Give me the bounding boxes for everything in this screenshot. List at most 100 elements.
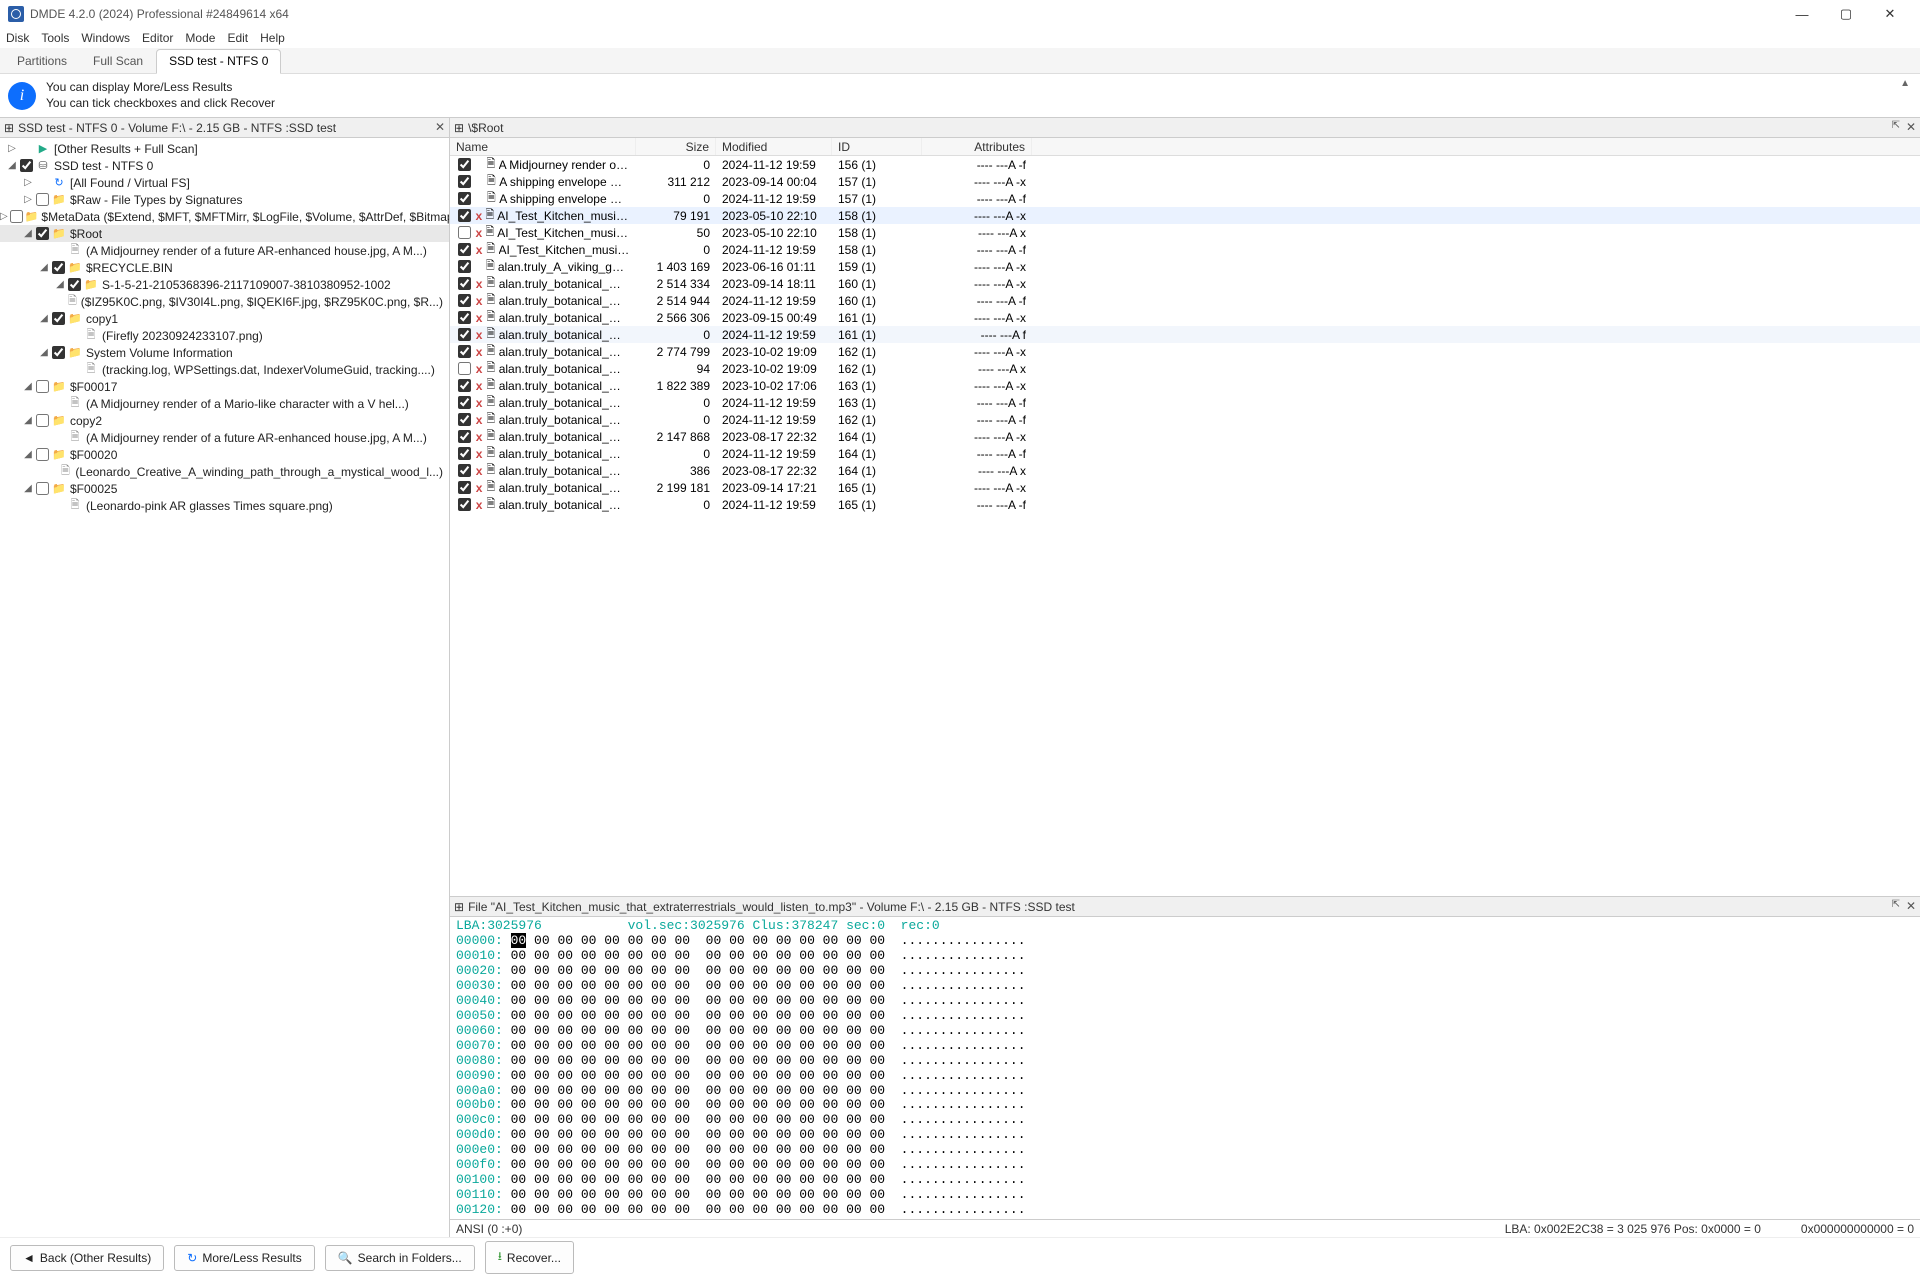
file-checkbox[interactable] [458,311,471,324]
pin-icon[interactable]: ⇱ [1892,120,1900,131]
tree-row[interactable]: 🗎(Leonardo-pink AR glasses Times square.… [0,497,449,514]
tree-row[interactable]: 📁$Root [0,225,449,242]
tree-checkbox[interactable] [36,380,49,393]
file-checkbox[interactable] [458,158,471,171]
tree-checkbox[interactable] [52,346,65,359]
tree-row[interactable]: 📁$F00025 [0,480,449,497]
file-checkbox[interactable] [458,175,471,188]
file-checkbox[interactable] [458,328,471,341]
file-row[interactable]: x🗎alan.truly_botanical_mushro...942023-1… [450,360,1920,377]
file-checkbox[interactable] [458,243,471,256]
expand-icon[interactable] [6,143,18,154]
file-checkbox[interactable] [458,413,471,426]
tree-row[interactable]: 📁copy2 [0,412,449,429]
collapse-icon[interactable] [38,313,50,324]
file-row[interactable]: x🗎alan.truly_botanical_mushro...02024-11… [450,411,1920,428]
expand-icon[interactable] [0,211,8,222]
tree-row[interactable]: 📁$Raw - File Types by Signatures [0,191,449,208]
tree-checkbox[interactable] [36,414,49,427]
close-button[interactable]: ✕ [1868,0,1912,28]
menu-editor[interactable]: Editor [142,31,173,45]
menu-disk[interactable]: Disk [6,31,29,45]
col-modified[interactable]: Modified [716,138,832,155]
col-id[interactable]: ID [832,138,922,155]
file-checkbox[interactable] [458,481,471,494]
tree-body[interactable]: ▶[Other Results + Full Scan]⛁SSD test - … [0,138,449,1237]
file-row[interactable]: x🗎alan.truly_botanical_mushro...2 514 33… [450,275,1920,292]
maximize-button[interactable]: ▢ [1824,0,1868,28]
tree-checkbox[interactable] [20,159,33,172]
col-name[interactable]: Name [450,138,636,155]
tab-1[interactable]: Full Scan [80,49,156,73]
collapse-icon[interactable] [38,262,50,273]
file-row[interactable]: x🗎alan.truly_botanical_mushro...2 514 94… [450,292,1920,309]
file-close-icon[interactable]: ✕ [1906,120,1916,134]
file-row[interactable]: x🗎AI_Test_Kitchen_music_that...02024-11-… [450,241,1920,258]
tree-close-icon[interactable]: ✕ [435,120,445,134]
search-folders-button[interactable]: 🔍Search in Folders... [325,1245,475,1271]
expand-icon[interactable] [22,177,34,188]
tree-checkbox[interactable] [52,261,65,274]
tree-checkbox[interactable] [36,482,49,495]
file-row[interactable]: x🗎alan.truly_botanical_mushro...2 566 30… [450,309,1920,326]
tree-row[interactable]: 🗎($IZ95K0C.png, $IV30I4L.png, $IQEKI6F.j… [0,293,449,310]
file-checkbox[interactable] [458,260,471,273]
file-row[interactable]: x🗎alan.truly_botanical_mushro...2 774 79… [450,343,1920,360]
file-row[interactable]: x🗎alan.truly_botanical_mushro...1 822 38… [450,377,1920,394]
collapse-icon[interactable] [38,347,50,358]
collapse-icon[interactable] [22,483,34,494]
minimize-button[interactable]: ― [1780,0,1824,28]
file-checkbox[interactable] [458,294,471,307]
collapse-icon[interactable] [22,228,34,239]
tree-checkbox[interactable] [36,227,49,240]
tree-row[interactable]: 📁S-1-5-21-2105368396-2117109007-38103809… [0,276,449,293]
file-checkbox[interactable] [458,498,471,511]
file-row[interactable]: x🗎alan.truly_botanical_mushro...2 147 86… [450,428,1920,445]
file-row[interactable]: x🗎AI_Test_Kitchen_music_that_e...502023-… [450,224,1920,241]
file-row[interactable]: x🗎AI_Test_Kitchen_music_that_e...79 1912… [450,207,1920,224]
tree-row[interactable]: ▶[Other Results + Full Scan] [0,140,449,157]
tree-row[interactable]: 📁$F00017 [0,378,449,395]
file-list-body[interactable]: 🗎A Midjourney render of a Ma...02024-11-… [450,156,1920,896]
tree-row[interactable]: 🗎(A Midjourney render of a Mario-like ch… [0,395,449,412]
tree-row[interactable]: 📁$RECYCLE.BIN [0,259,449,276]
tree-checkbox[interactable] [10,210,23,223]
collapse-icon[interactable] [22,449,34,460]
collapse-info-icon[interactable]: ▲ [1900,78,1910,89]
hex-body[interactable]: LBA:3025976 vol.sec:3025976 Clus:378247 … [450,917,1920,1219]
file-checkbox[interactable] [458,362,471,375]
tree-row[interactable]: 🗎(Leonardo_Creative_A_winding_path_throu… [0,463,449,480]
file-row[interactable]: 🗎A shipping envelope with th...311 21220… [450,173,1920,190]
col-attr[interactable]: Attributes [922,138,1032,155]
file-column-headers[interactable]: Name Size Modified ID Attributes [450,138,1920,156]
file-row[interactable]: x🗎alan.truly_botanical_mushro...02024-11… [450,326,1920,343]
menu-edit[interactable]: Edit [227,31,248,45]
file-row[interactable]: x🗎alan.truly_botanical_mushro...02024-11… [450,394,1920,411]
tree-checkbox[interactable] [36,448,49,461]
tree-row[interactable]: 🗎(tracking.log, WPSettings.dat, IndexerV… [0,361,449,378]
file-checkbox[interactable] [458,379,471,392]
tree-row[interactable]: ⛁SSD test - NTFS 0 [0,157,449,174]
tree-row[interactable]: 🗎(Firefly 20230924233107.png) [0,327,449,344]
tree-row[interactable]: 🗎(A Midjourney render of a future AR-enh… [0,429,449,446]
hex-close-icon[interactable]: ✕ [1906,899,1916,913]
file-row[interactable]: x🗎alan.truly_botanical_mushro...3862023-… [450,462,1920,479]
file-checkbox[interactable] [458,396,471,409]
menu-windows[interactable]: Windows [81,31,130,45]
file-checkbox[interactable] [458,209,471,222]
file-checkbox[interactable] [458,464,471,477]
collapse-icon[interactable] [22,381,34,392]
back-button[interactable]: ◄Back (Other Results) [10,1245,164,1271]
file-checkbox[interactable] [458,345,471,358]
col-size[interactable]: Size [636,138,716,155]
tree-row[interactable]: 📁System Volume Information [0,344,449,361]
menu-help[interactable]: Help [260,31,285,45]
file-checkbox[interactable] [458,277,471,290]
tree-row[interactable]: ↻[All Found / Virtual FS] [0,174,449,191]
tree-checkbox[interactable] [52,312,65,325]
file-row[interactable]: 🗎A Midjourney render of a Ma...02024-11-… [450,156,1920,173]
hex-pin-icon[interactable]: ⇱ [1892,899,1900,910]
collapse-icon[interactable] [6,160,18,171]
recover-button[interactable]: ⭳Recover... [485,1241,574,1274]
file-checkbox[interactable] [458,226,471,239]
